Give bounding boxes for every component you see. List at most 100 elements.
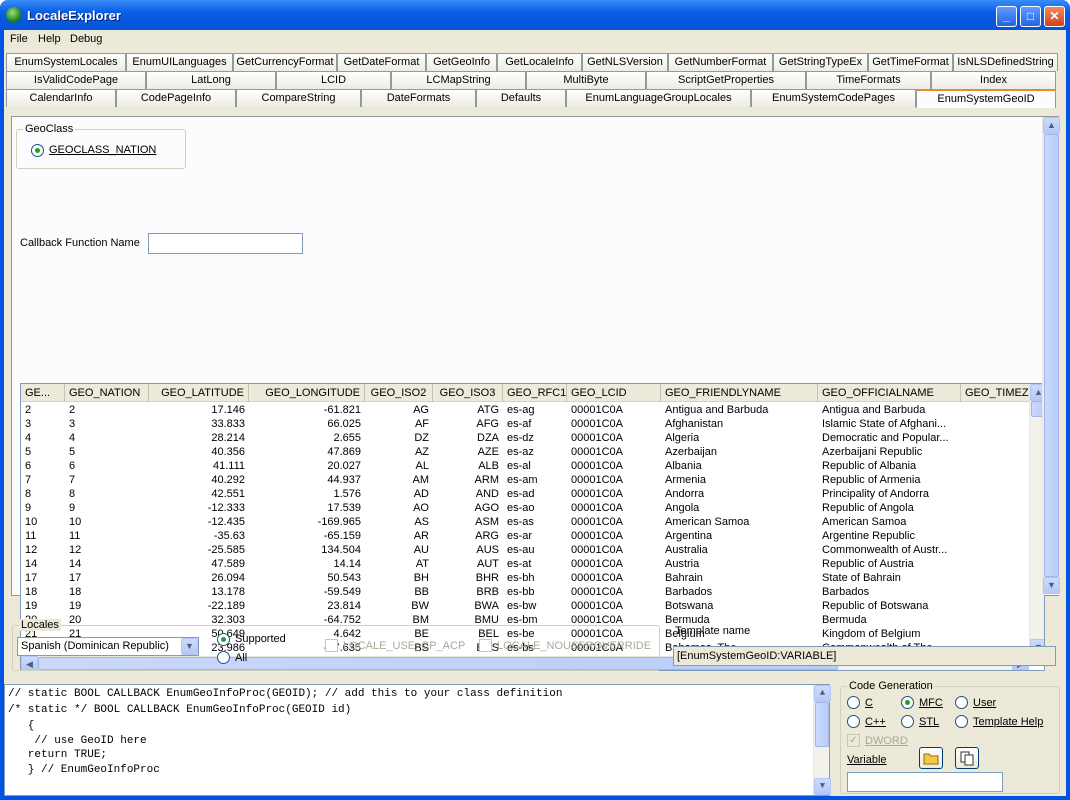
chevron-down-icon[interactable]: ▼ bbox=[181, 638, 198, 655]
table-row[interactable]: 14 14 47.589 14.14 AT AUT es-at 00001C0A Austria… bbox=[21, 557, 1031, 571]
nouseroverride-checkbox[interactable] bbox=[479, 639, 492, 652]
mfc-radio[interactable] bbox=[901, 696, 914, 709]
tab-lcid[interactable]: LCID bbox=[276, 71, 391, 89]
tab-gettimeformat[interactable]: GetTimeFormat bbox=[868, 53, 953, 71]
column-header[interactable]: GEO_NATION bbox=[65, 384, 149, 402]
table-row[interactable]: 12 12 -25.585 134.504 AU AUS es-au 00001C0A Aust… bbox=[21, 543, 1031, 557]
dword-checkbox[interactable]: ✓ bbox=[847, 734, 860, 747]
tab-getnlsversion[interactable]: GetNLSVersion bbox=[582, 53, 668, 71]
table-cell: 00001C0A bbox=[571, 474, 623, 486]
code-vscroll-thumb[interactable] bbox=[815, 702, 829, 747]
column-header[interactable]: GEO_ISO3 bbox=[433, 384, 503, 402]
table-cell: AL bbox=[415, 460, 429, 472]
menu-help[interactable]: Help bbox=[38, 33, 61, 45]
tab-enumsystemlocales[interactable]: EnumSystemLocales bbox=[6, 53, 126, 71]
page-scroll-up-icon[interactable]: ▲ bbox=[1043, 117, 1060, 134]
minimize-button[interactable]: _ bbox=[996, 6, 1017, 27]
code-line: // use GeoID here bbox=[8, 735, 147, 747]
code-line: /* static */ BOOL CALLBACK EnumGeoInfoPr… bbox=[8, 704, 352, 716]
tab-calendarinfo[interactable]: CalendarInfo bbox=[6, 89, 116, 107]
column-header[interactable]: GEO_RFC1766 bbox=[503, 384, 567, 402]
column-header[interactable]: GEO_ISO2 bbox=[365, 384, 433, 402]
stl-radio[interactable] bbox=[901, 715, 914, 728]
variable-input[interactable] bbox=[847, 772, 1003, 792]
tab-dateformats[interactable]: DateFormats bbox=[361, 89, 476, 107]
tab-multibyte[interactable]: MultiByte bbox=[526, 71, 646, 89]
table-row[interactable]: 7 7 40.292 44.937 AM ARM es-am 00001C0A Armenia R… bbox=[21, 473, 1031, 487]
tab-timeformats[interactable]: TimeFormats bbox=[806, 71, 931, 89]
code-scroll-down-icon[interactable]: ▼ bbox=[814, 778, 831, 795]
table-row[interactable]: 2 2 17.146 -61.821 AG ATG es-ag 00001C0A Antigua… bbox=[21, 403, 1031, 417]
table-row[interactable]: 4 4 28.214 2.655 DZ DZA es-dz 00001C0A Algeria De… bbox=[21, 431, 1031, 445]
cpp-radio[interactable] bbox=[847, 715, 860, 728]
column-header[interactable]: GE... bbox=[21, 384, 65, 402]
table-cell: 134.504 bbox=[321, 544, 361, 556]
table-row[interactable]: 10 10 -12.435 -169.965 AS ASM es-as 00001C0A Ame… bbox=[21, 515, 1031, 529]
tab-lcmapstring[interactable]: LCMapString bbox=[391, 71, 526, 89]
column-header[interactable]: GEO_FRIENDLYNAME bbox=[661, 384, 818, 402]
c-radio[interactable] bbox=[847, 696, 860, 709]
table-row[interactable]: 5 5 40.356 47.869 AZ AZE es-az 00001C0A Azerbaij… bbox=[21, 445, 1031, 459]
page-scroll-down-icon[interactable]: ▼ bbox=[1043, 577, 1060, 594]
table-row[interactable]: 3 3 33.833 66.025 AF AFG es-af 00001C0A Afghanis… bbox=[21, 417, 1031, 431]
code-editor[interactable]: // static BOOL CALLBACK EnumGeoInfoProc(… bbox=[4, 684, 831, 796]
page-vscroll-thumb[interactable] bbox=[1044, 134, 1059, 577]
column-header[interactable]: GEO_LCID bbox=[567, 384, 661, 402]
codegen-group: Code Generation C MFC User C++ STL Templ… bbox=[840, 680, 1060, 794]
tab-enumlanguagegrouplocales[interactable]: EnumLanguageGroupLocales bbox=[566, 89, 751, 107]
all-radio[interactable] bbox=[217, 651, 230, 664]
tab-enumsystemgeoid[interactable]: EnumSystemGeoID bbox=[916, 89, 1056, 108]
callback-input[interactable] bbox=[148, 233, 303, 254]
locale-combo[interactable]: Spanish (Dominican Republic) ▼ bbox=[17, 637, 199, 656]
page-vscroll[interactable]: ▲ ▼ bbox=[1042, 117, 1060, 595]
close-button[interactable]: ✕ bbox=[1044, 6, 1065, 27]
open-folder-button[interactable] bbox=[919, 747, 943, 769]
tab-getcurrencyformat[interactable]: GetCurrencyFormat bbox=[233, 53, 337, 71]
column-header[interactable]: GEO_OFFICIALNAME bbox=[818, 384, 961, 402]
table-cell: 00001C0A bbox=[571, 404, 623, 416]
column-header[interactable]: GEO_LONGITUDE bbox=[249, 384, 365, 402]
table-cell: 44.937 bbox=[327, 474, 361, 486]
tab-codepageinfo[interactable]: CodePageInfo bbox=[116, 89, 236, 107]
tab-isnlsdefinedstring[interactable]: IsNLSDefinedString bbox=[953, 53, 1058, 71]
column-header[interactable]: GEO_LATITUDE bbox=[149, 384, 249, 402]
geoclass-nation-radio[interactable] bbox=[31, 144, 44, 157]
table-row[interactable]: 19 19 -22.189 23.814 BW BWA es-bw 00001C0A Botsw… bbox=[21, 599, 1031, 613]
table-cell: 7 bbox=[69, 474, 76, 486]
table-row[interactable]: 9 9 -12.333 17.539 AO AGO es-ao 00001C0A Angola R… bbox=[21, 501, 1031, 515]
tab-isvalidcodepage[interactable]: IsValidCodePage bbox=[6, 71, 146, 89]
column-header[interactable]: GEO_TIMEZON bbox=[961, 384, 1031, 402]
tab-getlocaleinfo[interactable]: GetLocaleInfo bbox=[497, 53, 582, 71]
tab-getgeoinfo[interactable]: GetGeoInfo bbox=[426, 53, 497, 71]
use-cp-acp-checkbox[interactable] bbox=[325, 639, 338, 652]
user-radio[interactable] bbox=[955, 696, 968, 709]
tab-getdateformat[interactable]: GetDateFormat bbox=[337, 53, 426, 71]
table-row[interactable]: 11 11 -35.63 -65.159 AR ARG es-ar 00001C0A Argen… bbox=[21, 529, 1031, 543]
maximize-button[interactable]: □ bbox=[1020, 6, 1041, 27]
table-cell: -59.549 bbox=[323, 586, 361, 598]
supported-radio[interactable] bbox=[217, 633, 230, 646]
tab-enumuilanguages[interactable]: EnumUILanguages bbox=[126, 53, 233, 71]
template-help-radio[interactable] bbox=[955, 715, 968, 728]
tab-index[interactable]: Index bbox=[931, 71, 1056, 89]
menu-file[interactable]: File bbox=[10, 33, 28, 45]
table-cell: es-ar bbox=[507, 530, 533, 542]
template-name-field[interactable]: [EnumSystemGeoID:VARIABLE] bbox=[673, 646, 1056, 666]
tab-getstringtypeex[interactable]: GetStringTypeEx bbox=[773, 53, 868, 71]
code-vscroll[interactable]: ▲ ▼ bbox=[813, 685, 831, 795]
table-row[interactable]: 18 18 13.178 -59.549 BB BRB es-bb 00001C0A Barba… bbox=[21, 585, 1031, 599]
tab-scriptgetproperties[interactable]: ScriptGetProperties bbox=[646, 71, 806, 89]
table-row[interactable]: 6 6 41.111 20.027 AL ALB es-al 00001C0A Albania R… bbox=[21, 459, 1031, 473]
tab-getnumberformat[interactable]: GetNumberFormat bbox=[668, 53, 773, 71]
table-row[interactable]: 17 17 26.094 50.543 BH BHR es-bh 00001C0A Bahrai… bbox=[21, 571, 1031, 585]
table-row[interactable]: 8 8 42.551 1.576 AD AND es-ad 00001C0A Andorra Pr… bbox=[21, 487, 1031, 501]
code-scroll-up-icon[interactable]: ▲ bbox=[814, 685, 831, 702]
tab-enumsystemcodepages[interactable]: EnumSystemCodePages bbox=[751, 89, 916, 107]
title-bar[interactable]: LocaleExplorer _ □ ✕ bbox=[0, 0, 1070, 30]
menu-debug[interactable]: Debug bbox=[70, 33, 102, 45]
tab-comparestring[interactable]: CompareString bbox=[236, 89, 361, 107]
tab-latlong[interactable]: LatLong bbox=[146, 71, 276, 89]
tab-defaults[interactable]: Defaults bbox=[476, 89, 566, 107]
table-cell: 00001C0A bbox=[571, 530, 623, 542]
copy-button[interactable] bbox=[955, 747, 979, 769]
